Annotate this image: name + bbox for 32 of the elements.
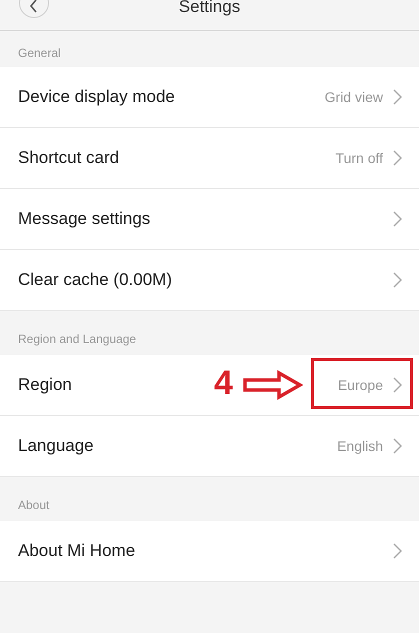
back-icon — [29, 0, 39, 13]
step-number: 4 — [214, 363, 233, 403]
row-label: Device display mode — [18, 87, 175, 107]
settings-row[interactable]: Device display mode Grid view — [0, 67, 419, 128]
row-label: About Mi Home — [18, 541, 136, 561]
screen-title: Settings — [178, 0, 240, 17]
row-label: Region — [18, 375, 72, 395]
settings-row[interactable]: Shortcut card Turn off — [0, 128, 419, 189]
chevron-icon — [393, 150, 402, 166]
row-value: Turn off — [336, 150, 383, 166]
settings-row[interactable]: Message settings — [0, 189, 419, 250]
chevron-icon — [393, 272, 402, 288]
row-value: Europe — [338, 377, 383, 393]
settings-row[interactable]: Region 4 Europe — [0, 355, 419, 416]
arrow-icon — [243, 370, 303, 400]
settings-row[interactable]: About Mi Home — [0, 521, 419, 582]
section-header: Region and Language — [18, 332, 136, 346]
chevron-icon — [393, 211, 402, 227]
row-label: Message settings — [18, 209, 150, 229]
row-value: Grid view — [324, 89, 383, 105]
settings-row[interactable]: Clear cache (0.00M) — [0, 250, 419, 311]
row-label: Clear cache (0.00M) — [18, 270, 172, 290]
row-label: Shortcut card — [18, 148, 120, 168]
section-header: General — [18, 46, 61, 60]
row-value: English — [337, 438, 383, 454]
row-label: Language — [18, 436, 94, 456]
chevron-icon — [393, 89, 402, 105]
settings-row[interactable]: Language English — [0, 416, 419, 477]
section-header: About — [18, 498, 50, 512]
chevron-icon — [393, 377, 402, 393]
chevron-icon — [393, 438, 402, 454]
chevron-icon — [393, 543, 402, 559]
